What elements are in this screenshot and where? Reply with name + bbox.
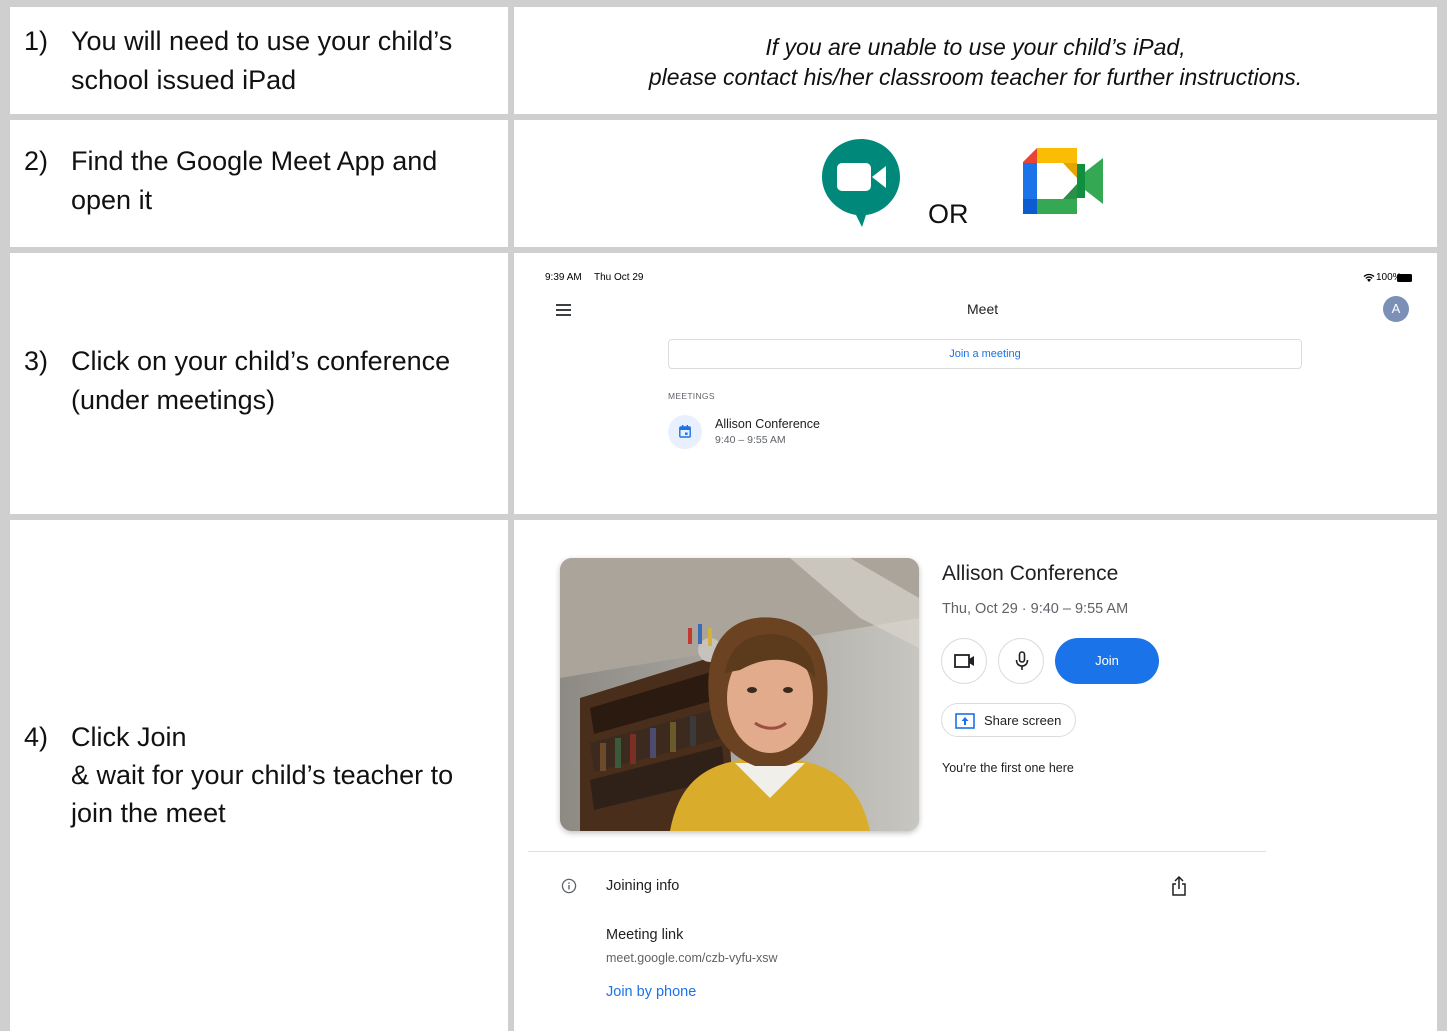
ipad-meet-screenshot: 9:39 AM Thu Oct 29 100% Meet A Join a me… xyxy=(514,253,1437,514)
status-time: 9:39 AM xyxy=(545,272,582,283)
row-divider-1 xyxy=(0,114,1447,120)
meeting-link[interactable]: meet.google.com/czb-vyfu-xsw xyxy=(606,951,778,965)
wifi-icon xyxy=(1363,273,1375,282)
step-text-line: Find the Google Meet App and xyxy=(71,146,438,176)
calendar-icon-bg xyxy=(668,415,702,449)
note-cell: If you are unable to use your child’s iP… xyxy=(514,7,1437,114)
step-text-line: school issued iPad xyxy=(71,65,297,95)
step-number: 3) xyxy=(24,346,49,376)
meeting-name: Allison Conference xyxy=(715,417,820,431)
battery-icon xyxy=(1397,274,1412,282)
app-title: Meet xyxy=(967,301,999,317)
camera-preview xyxy=(560,558,919,831)
meeting-time: 9:40 – 9:55 AM xyxy=(715,434,786,446)
info-icon xyxy=(561,878,577,894)
step-number: 2) xyxy=(24,146,49,176)
share-screen-label: Share screen xyxy=(984,713,1062,728)
or-label: OR xyxy=(928,199,969,229)
share-screen-button[interactable]: Share screen xyxy=(941,703,1076,737)
join-by-phone-link[interactable]: Join by phone xyxy=(606,984,696,1000)
note-line-1: If you are unable to use your child’s iP… xyxy=(765,34,1186,60)
note-line-2: please contact his/her classroom teacher… xyxy=(648,64,1303,90)
join-meeting-button[interactable]: Join a meeting xyxy=(668,339,1302,369)
microphone-toggle-button[interactable] xyxy=(998,638,1044,684)
step-text-line: open it xyxy=(71,185,153,215)
meeting-list-item[interactable]: Allison Conference 9:40 – 9:55 AM xyxy=(668,413,968,453)
step-text-line: Click on your child’s conference xyxy=(71,346,451,376)
calendar-icon xyxy=(679,425,691,438)
step-text-line: You will need to use your child’s xyxy=(71,26,453,56)
meet-prejoin-screenshot: Allison Conference Thu, Oct 29 · 9:40 – … xyxy=(514,520,1437,1031)
step-text-line: join the meet xyxy=(71,798,226,828)
step-number: 4) xyxy=(24,722,49,752)
join-button[interactable]: Join xyxy=(1055,638,1159,684)
step-text-line: Click Join xyxy=(71,722,187,752)
step-text-line: (under meetings) xyxy=(71,385,276,415)
menu-icon[interactable] xyxy=(556,304,572,316)
share-icon[interactable] xyxy=(1171,876,1187,896)
video-camera-icon xyxy=(954,654,974,668)
camera-preview-image xyxy=(560,558,919,831)
conference-date-time: Thu, Oct 29 · 9:40 – 9:55 AM xyxy=(942,601,1129,617)
google-meet-old-icon xyxy=(822,139,900,227)
step-text-line: & wait for your child’s teacher to xyxy=(71,760,454,790)
joining-info-heading: Joining info xyxy=(606,878,680,894)
first-one-here-text: You're the first one here xyxy=(942,761,1074,775)
step-4: 4) Click Join & wait for your child’s te… xyxy=(24,718,504,838)
table-border-top xyxy=(0,0,1447,7)
conference-title: Allison Conference xyxy=(942,562,1119,585)
step-2: 2) Find the Google Meet App and open it xyxy=(24,142,504,222)
step-3: 3) Click on your child’s conference (und… xyxy=(24,342,504,422)
google-meet-new-icon xyxy=(1023,148,1103,214)
status-date: Thu Oct 29 xyxy=(594,272,644,283)
section-divider xyxy=(528,851,1266,852)
microphone-icon xyxy=(1015,651,1029,670)
step-number: 1) xyxy=(24,26,49,56)
meetings-section-label: MEETINGS xyxy=(668,391,715,401)
meeting-link-label: Meeting link xyxy=(606,927,684,943)
avatar[interactable]: A xyxy=(1383,296,1409,322)
camera-toggle-button[interactable] xyxy=(941,638,987,684)
step-1: 1) You will need to use your child’s sch… xyxy=(24,22,504,102)
present-screen-icon xyxy=(955,713,975,729)
